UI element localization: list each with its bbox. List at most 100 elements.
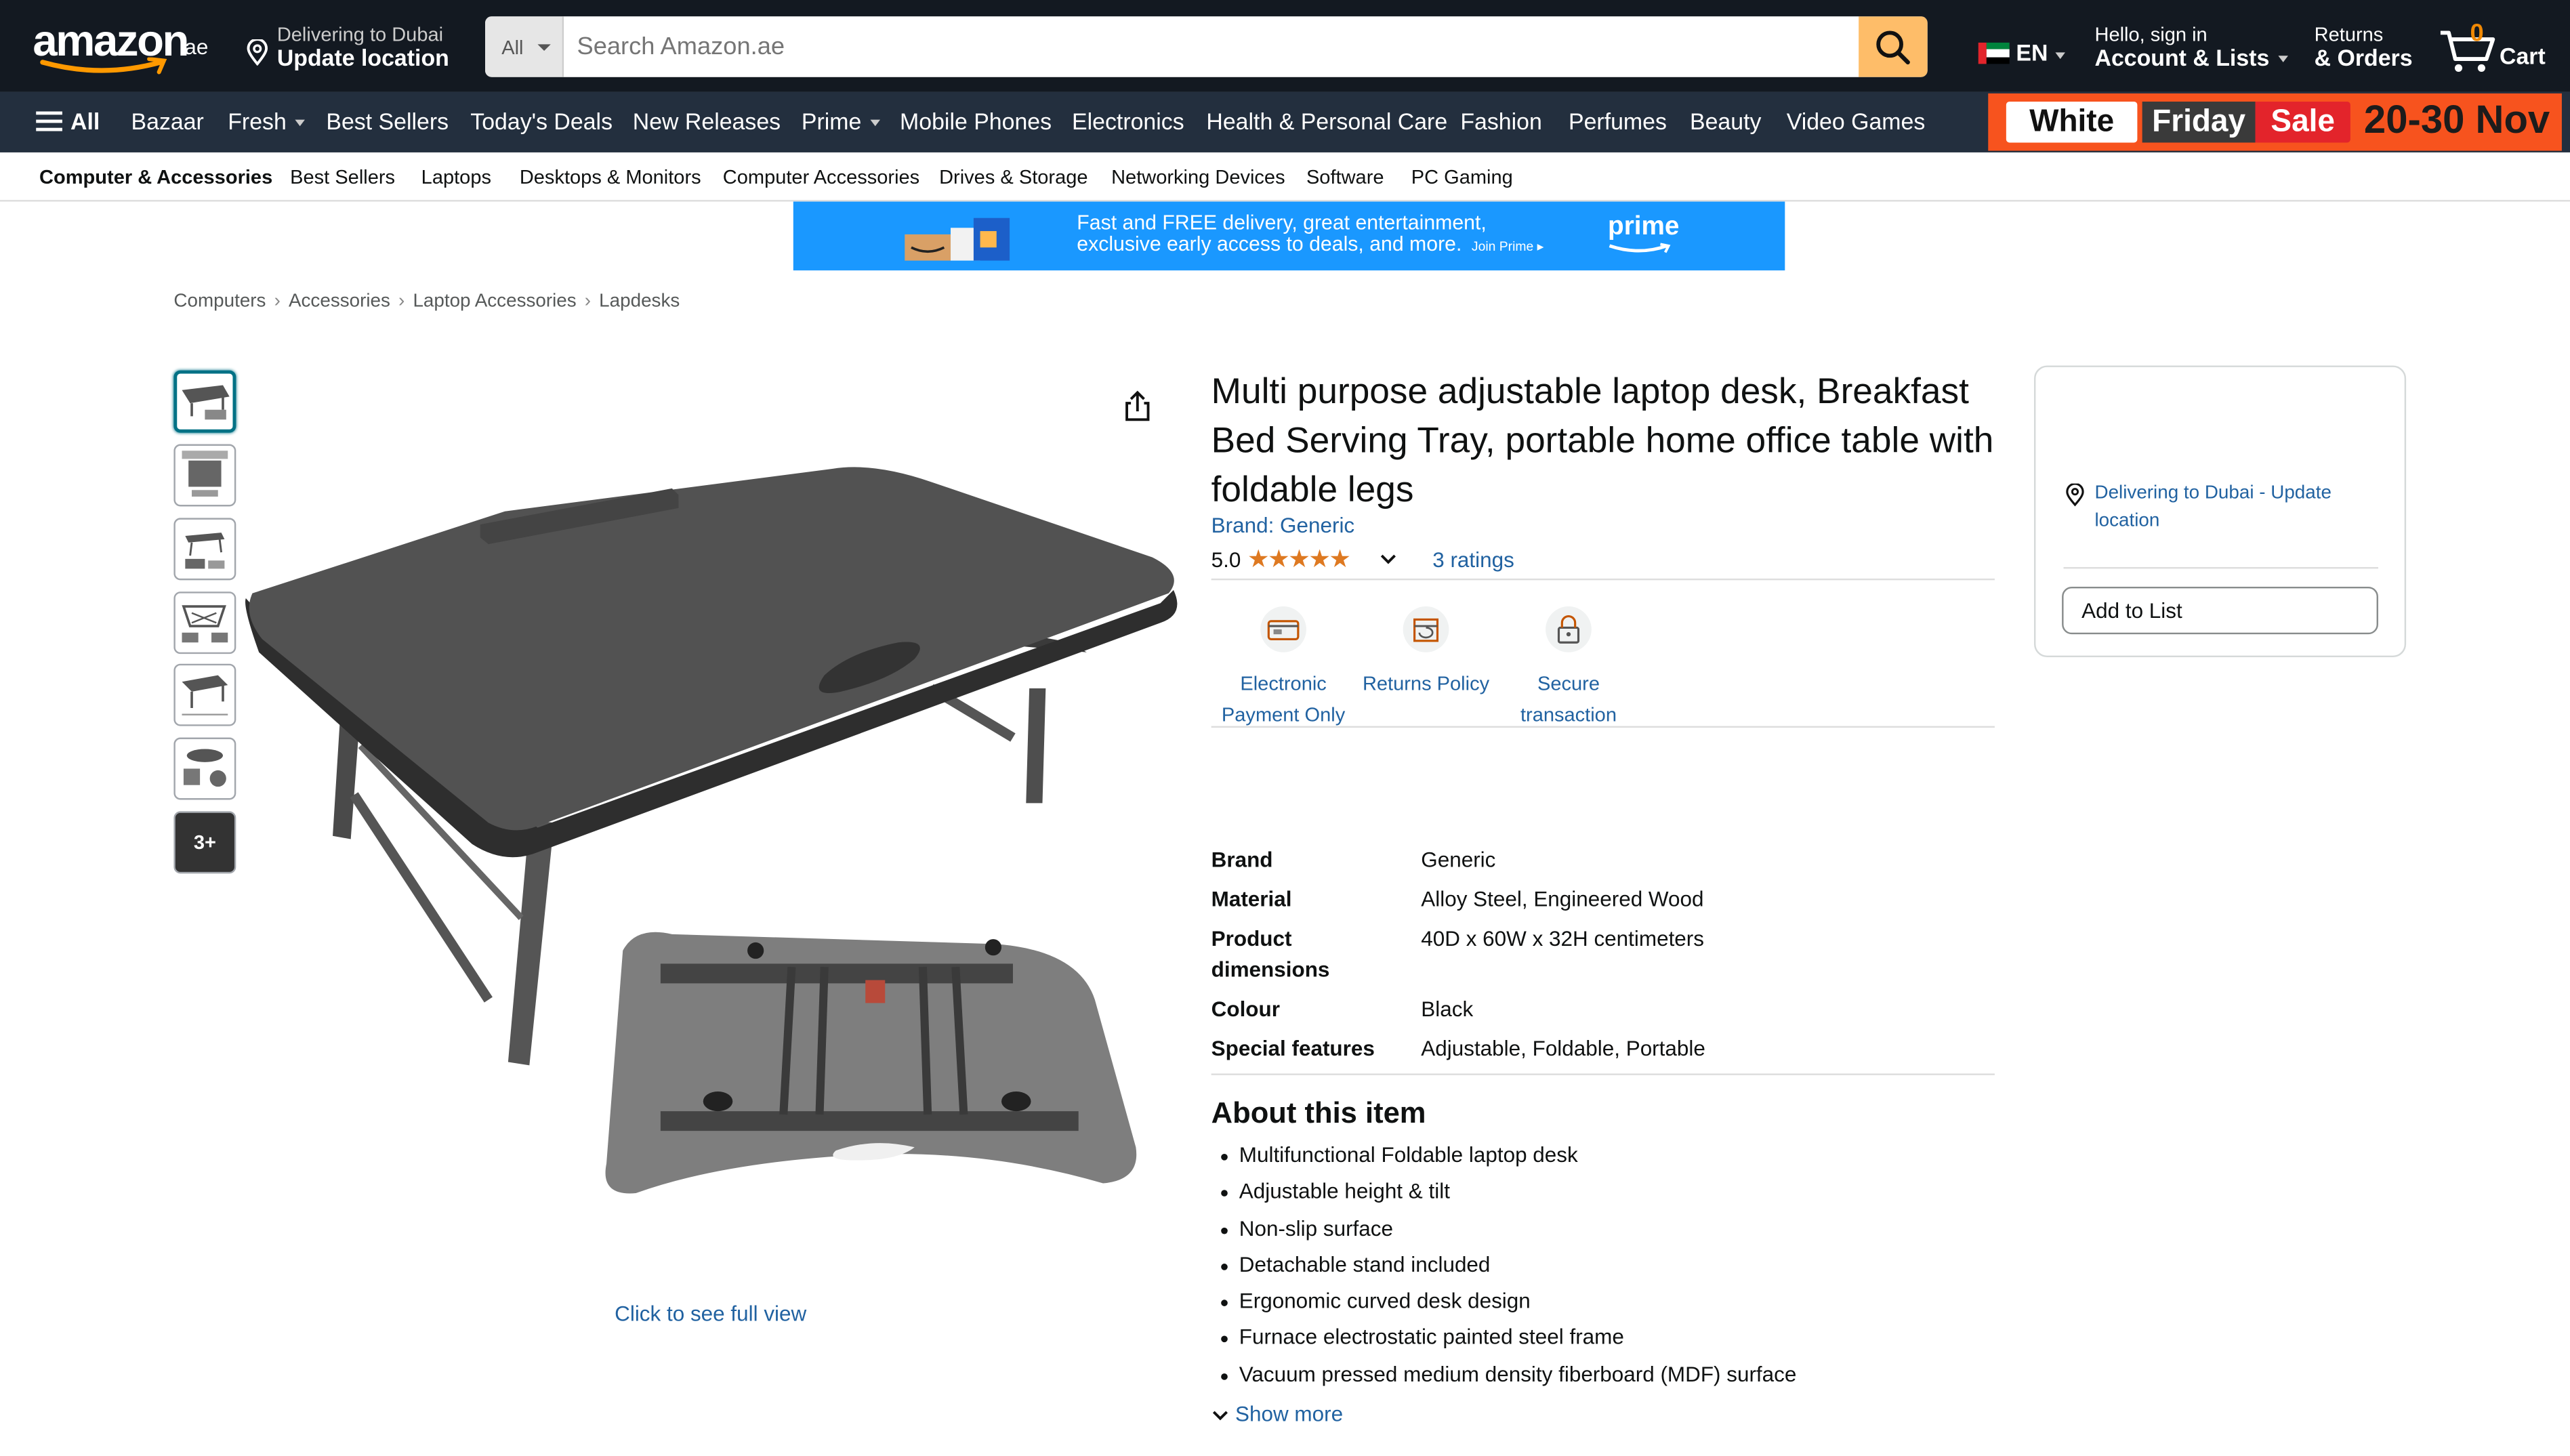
white-friday-promo-banner[interactable]: White Friday Sale 20-30 Nov <box>1988 93 2562 151</box>
breadcrumb-computers[interactable]: Computers <box>173 292 266 312</box>
payment-card-icon <box>1260 606 1306 652</box>
prime-banner[interactable]: Fast and FREE delivery, great entertainm… <box>793 201 1785 271</box>
lock-icon <box>1546 606 1592 652</box>
divider <box>1211 578 1995 581</box>
add-to-list-button[interactable]: Add to List <box>2062 587 2378 635</box>
nav-item-video-games[interactable]: Video Games <box>1787 108 1926 135</box>
top-header: amazon .ae Delivering to Dubai Update lo… <box>0 0 2570 92</box>
show-more-button[interactable]: Show more <box>1211 1401 1343 1426</box>
breadcrumb-lapdesks[interactable]: Lapdesks <box>599 292 680 312</box>
desk-thumbnail-icon <box>185 533 225 569</box>
nav-item-fashion[interactable]: Fashion <box>1460 108 1541 135</box>
returns-orders-link[interactable]: Returns & Orders <box>2315 23 2429 70</box>
subnav-pc-gaming[interactable]: PC Gaming <box>1411 165 1513 188</box>
desk-thumbnail-icon <box>182 605 228 643</box>
nav-item-new-releases[interactable]: New Releases <box>633 108 781 135</box>
subnav-best-sellers[interactable]: Best Sellers <box>290 165 395 188</box>
hamburger-icon <box>36 111 62 132</box>
delivery-location[interactable]: Delivering to Dubai Update location <box>246 21 468 73</box>
list-item: Ergonomic curved desk design <box>1211 1287 1797 1323</box>
subnav-drives-storage[interactable]: Drives & Storage <box>939 165 1087 188</box>
amazon-logo[interactable]: amazon .ae <box>33 13 216 79</box>
desk-thumbnail-icon <box>182 675 228 715</box>
feature-secure-transaction[interactable]: Secure transaction <box>1495 605 1642 731</box>
thumbnail-4[interactable] <box>173 591 236 654</box>
thumbnail-3[interactable] <box>173 518 236 581</box>
breadcrumb-laptop-accessories[interactable]: Laptop Accessories <box>413 292 576 312</box>
prime-boxes-icon <box>905 217 1010 261</box>
desk-thumbnail-icon <box>183 749 226 787</box>
cart-icon <box>2440 30 2495 72</box>
nav-item-fresh[interactable]: Fresh <box>228 108 305 134</box>
search-category-dropdown[interactable]: All <box>485 16 564 77</box>
nav-item-perfumes[interactable]: Perfumes <box>1569 108 1667 135</box>
category-subnav: Computer & Accessories Best Sellers Lapt… <box>0 152 2570 202</box>
location-pin-icon <box>247 39 268 66</box>
feature-returns-policy[interactable]: Returns Policy <box>1352 605 1500 700</box>
product-main-image[interactable] <box>243 459 1180 1213</box>
prime-logo: prime <box>1608 213 1679 253</box>
nav-item-best-sellers[interactable]: Best Sellers <box>326 108 449 135</box>
returns-box-icon <box>1403 606 1449 652</box>
chevron-down-icon <box>1212 1411 1228 1421</box>
nav-item-beauty[interactable]: Beauty <box>1690 108 1761 135</box>
about-bullet-list: Multifunctional Foldable laptop desk Adj… <box>1211 1141 1797 1397</box>
account-lists-menu[interactable]: Hello, sign in Account & Lists <box>2094 23 2291 70</box>
divider <box>1211 726 1995 728</box>
breadcrumb-accessories[interactable]: Accessories <box>289 292 390 312</box>
product-title: Multi purpose adjustable laptop desk, Br… <box>1211 370 1994 510</box>
cart-count: 0 <box>2470 20 2484 48</box>
list-item: Vacuum pressed medium density fiberboard… <box>1211 1360 1796 1396</box>
breadcrumb: Computers › Accessories › Laptop Accessories… <box>173 291 680 312</box>
subnav-laptops[interactable]: Laptops <box>421 165 491 188</box>
caret-down-icon <box>869 120 879 127</box>
list-item: Multifunctional Foldable laptop desk <box>1211 1141 1797 1178</box>
buybox-delivery-location[interactable]: Delivering to Dubai - Update location <box>2094 480 2357 536</box>
thumbnail-2[interactable] <box>173 444 236 507</box>
search-button[interactable] <box>1859 16 1928 77</box>
nav-item-electronics[interactable]: Electronics <box>1072 108 1184 135</box>
search-bar: All <box>485 16 1928 77</box>
divider <box>1211 1073 1995 1075</box>
search-input[interactable] <box>564 16 1859 77</box>
divider <box>2063 566 2378 569</box>
list-item: Detachable stand included <box>1211 1250 1797 1287</box>
thumbnail-6[interactable] <box>173 737 236 800</box>
caret-down-icon <box>2277 56 2287 63</box>
location-pin-icon <box>2066 483 2084 507</box>
subnav-networking[interactable]: Networking Devices <box>1111 165 1285 188</box>
full-view-link[interactable]: Click to see full view <box>615 1302 806 1326</box>
cart-button[interactable]: 0 Cart <box>2439 20 2553 75</box>
caret-down-icon <box>2055 52 2065 60</box>
share-icon[interactable] <box>1121 390 1154 423</box>
feature-electronic-payment[interactable]: Electronic Payment Only <box>1209 605 1357 731</box>
search-icon <box>1876 30 1910 65</box>
buy-box: Delivering to Dubai - Update location Ad… <box>2033 365 2407 658</box>
nav-item-todays-deals[interactable]: Today's Deals <box>470 108 613 135</box>
thumbnail-1[interactable] <box>173 370 236 433</box>
about-heading: About this item <box>1211 1096 1426 1129</box>
nav-item-mobile-phones[interactable]: Mobile Phones <box>900 108 1052 135</box>
desk-thumbnail-icon <box>182 385 230 420</box>
subnav-software[interactable]: Software <box>1306 165 1384 188</box>
caret-down-icon <box>537 44 551 51</box>
join-prime-link[interactable]: Join Prime ▸ <box>1472 239 1544 254</box>
chevron-down-icon[interactable] <box>1378 549 1398 568</box>
smile-arrow-icon <box>40 57 167 75</box>
subnav-computer-accessories-2[interactable]: Computer Accessories <box>723 165 919 188</box>
star-rating-icon[interactable]: ★★★★★ <box>1247 544 1351 574</box>
caret-down-icon <box>294 120 305 127</box>
thumbnail-5[interactable] <box>173 663 236 726</box>
subnav-computer-accessories[interactable]: Computer & Accessories <box>39 165 272 188</box>
ratings-count-link[interactable]: 3 ratings <box>1432 547 1514 572</box>
desk-thumbnail-icon <box>182 451 228 497</box>
nav-item-prime[interactable]: Prime <box>802 108 879 134</box>
list-item: Non-slip surface <box>1211 1214 1797 1251</box>
list-item: Adjustable height & tilt <box>1211 1178 1797 1214</box>
nav-item-health[interactable]: Health & Personal Care <box>1206 108 1447 135</box>
brand-link[interactable]: Brand: Generic <box>1211 513 1355 537</box>
nav-item-bazaar[interactable]: Bazaar <box>131 108 204 135</box>
thumbnail-more[interactable]: 3+ <box>173 811 236 874</box>
list-item: Furnace electrostatic painted steel fram… <box>1211 1323 1797 1360</box>
subnav-desktops-monitors[interactable]: Desktops & Monitors <box>520 165 701 188</box>
